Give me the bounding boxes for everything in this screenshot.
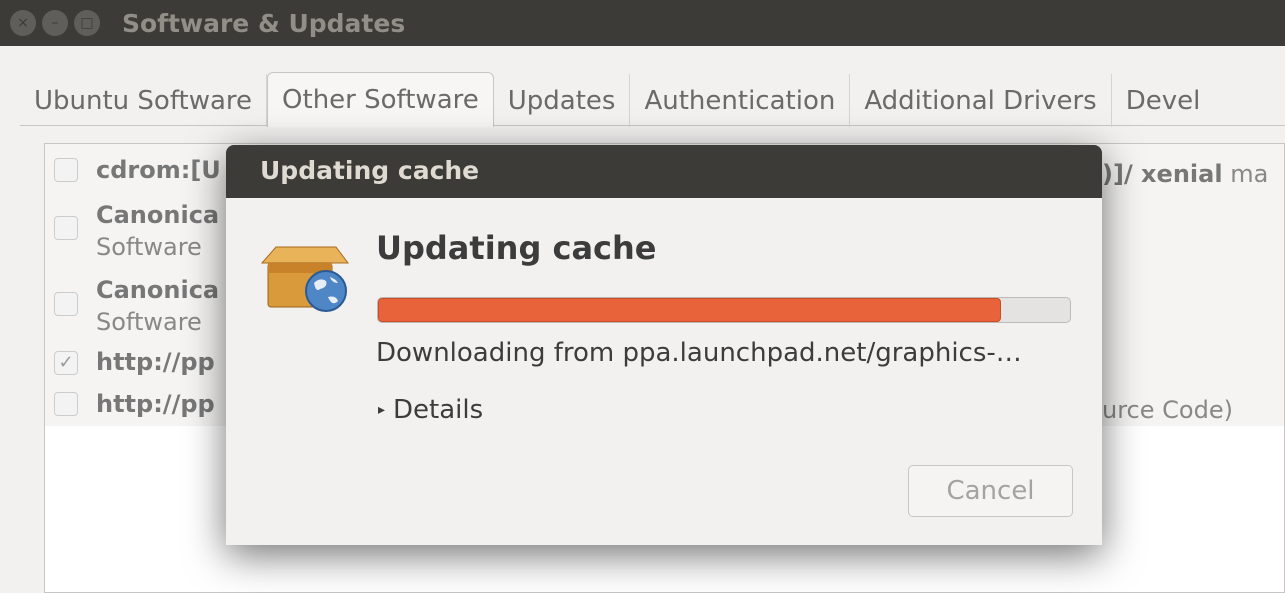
tab-authentication[interactable]: Authentication [630, 74, 851, 127]
tab-additional-drivers[interactable]: Additional Drivers [850, 74, 1112, 127]
source-checkbox[interactable] [54, 158, 78, 182]
tab-developer[interactable]: Devel [1112, 74, 1215, 127]
dialog-heading: Updating cache [376, 229, 657, 267]
source-item: Canonica Software [96, 201, 220, 261]
progress-bar [377, 297, 1071, 323]
source-checkbox[interactable] [54, 392, 78, 416]
updating-cache-dialog: Updating cache Updating cache Downloadin… [226, 145, 1102, 545]
source-item: Canonica Software [96, 276, 220, 336]
maximize-button[interactable]: □ [74, 10, 100, 36]
window-title: Software & Updates [122, 8, 406, 38]
source-item-tail: )]/ xenial ma [1102, 160, 1269, 188]
source-item: http://pp [96, 390, 215, 418]
expander-arrow-icon: ▸ [378, 402, 386, 418]
source-checkbox-checked[interactable]: ✓ [54, 351, 78, 375]
status-text: Downloading from ppa.launchpad.net/graph… [376, 338, 1022, 368]
tab-updates[interactable]: Updates [494, 74, 631, 127]
package-globe-icon [260, 246, 349, 312]
tab-bar: Ubuntu Software Other Software Updates A… [20, 72, 1285, 127]
dialog-title: Updating cache [226, 145, 1102, 198]
details-expander[interactable]: ▸ Details [378, 395, 483, 425]
close-button[interactable]: × [10, 10, 36, 36]
progress-fill [378, 298, 1001, 322]
minimize-button[interactable]: – [42, 10, 68, 36]
cancel-button[interactable]: Cancel [908, 465, 1073, 517]
source-checkbox[interactable] [54, 216, 78, 240]
source-checkbox[interactable] [54, 292, 78, 316]
source-item: http://pp [96, 348, 215, 376]
source-item-tail: urce Code) [1102, 396, 1233, 424]
tab-ubuntu-software[interactable]: Ubuntu Software [20, 74, 268, 127]
source-item: cdrom:[U [96, 156, 221, 184]
title-bar: × – □ Software & Updates [0, 0, 1285, 46]
details-label: Details [393, 395, 484, 425]
tab-other-software[interactable]: Other Software [267, 72, 494, 127]
